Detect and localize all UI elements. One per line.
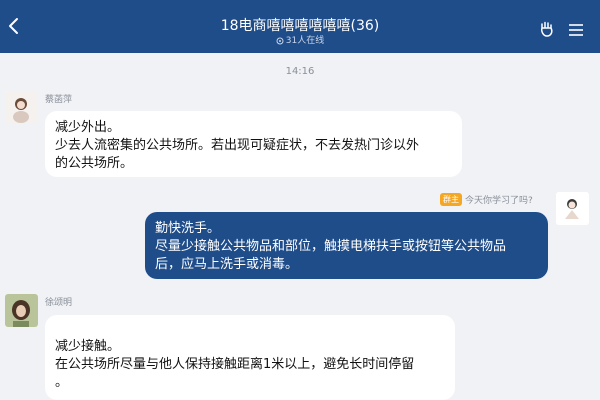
online-indicator-icon xyxy=(276,37,284,45)
message-line: 尽量少接触公共物品和部位，触摸电梯扶手或按钮等公共物品 xyxy=(155,239,507,254)
online-status: 31人在线 xyxy=(0,35,600,47)
message-line: 少去人流密集的公共场所。若出现可疑症状，不去发热门诊以外 xyxy=(55,138,420,153)
avatar[interactable] xyxy=(5,91,38,124)
menu-icon xyxy=(569,24,583,36)
message-line: 减少接触。 xyxy=(55,339,121,354)
online-count: 31人在线 xyxy=(285,36,325,46)
message-line: 。 xyxy=(55,375,69,390)
sender-name: 今天你学习了吗? xyxy=(465,196,533,206)
sender-name: 蔡菡萍 xyxy=(45,95,73,105)
message-bubble[interactable]: 减少外出。 少去人流密集的公共场所。若出现可疑症状，不去发热门诊以外 的公共场所… xyxy=(45,111,462,177)
hand-gesture-icon xyxy=(541,21,553,37)
avatar[interactable] xyxy=(5,294,38,327)
group-title: 18电商嘻嘻嘻嘻嘻嘻(36) xyxy=(220,18,380,34)
avatar-image xyxy=(5,91,38,124)
message-line: 在公共场所尽量与他人保持接触距离1米以上，避免长时间停留 xyxy=(55,357,415,372)
header-title-area: 18电商嘻嘻嘻嘻嘻嘻(36) 31人在线 xyxy=(0,17,600,47)
menu-button[interactable] xyxy=(568,22,584,36)
message-timestamp: 14:16 xyxy=(285,66,315,77)
message-bubble[interactable]: 勤快洗手。 尽量少接触公共物品和部位，触摸电梯扶手或按钮等公共物品 后，应马上洗… xyxy=(145,212,548,279)
message-bubble[interactable]: 减少接触。 在公共场所尽量与他人保持接触距离1米以上，避免长时间停留 。 xyxy=(45,315,455,400)
message-line: 后，应马上洗手或消毒。 xyxy=(155,257,299,272)
owner-badge: 群主 xyxy=(440,193,462,206)
chat-header: 18电商嘻嘻嘻嘻嘻嘻(36) 31人在线 xyxy=(0,0,600,53)
avatar-image xyxy=(556,192,589,225)
message-line: 减少外出。 xyxy=(55,120,121,135)
avatar[interactable] xyxy=(556,192,589,225)
message-line: 勤快洗手。 xyxy=(155,221,221,236)
avatar-image xyxy=(5,294,38,327)
message-line: 的公共场所。 xyxy=(55,156,134,171)
gesture-button[interactable] xyxy=(538,20,556,38)
sender-name: 徐颂明 xyxy=(45,298,73,308)
